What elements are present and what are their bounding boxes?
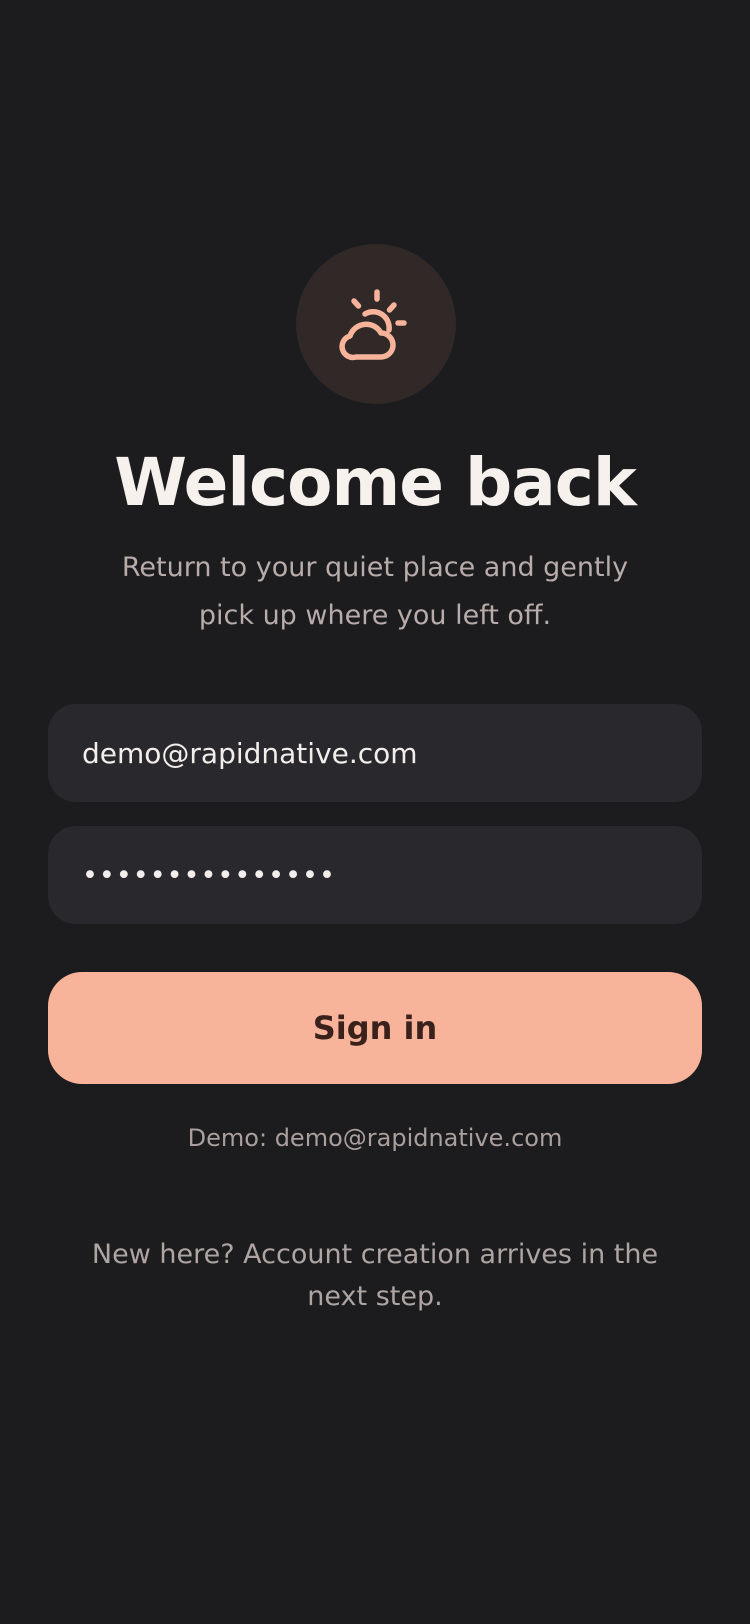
password-field[interactable]: ••••••••••••••• xyxy=(48,826,702,924)
demo-credentials-hint: Demo: demo@rapidnative.com xyxy=(187,1124,563,1152)
password-field-value: ••••••••••••••• xyxy=(82,859,336,891)
login-screen: Welcome back Return to your quiet place … xyxy=(0,0,750,1624)
email-field[interactable]: demo@rapidnative.com xyxy=(48,704,702,802)
sign-in-button[interactable]: Sign in xyxy=(48,972,702,1084)
sun-behind-cloud-icon xyxy=(339,289,407,361)
email-field-value: demo@rapidnative.com xyxy=(82,736,418,770)
signup-note: New here? Account creation arrives in th… xyxy=(91,1239,659,1312)
page-subtitle: Return to your quiet place and gently pi… xyxy=(121,552,629,631)
app-logo xyxy=(296,244,456,404)
page-title: Welcome back xyxy=(114,444,637,521)
